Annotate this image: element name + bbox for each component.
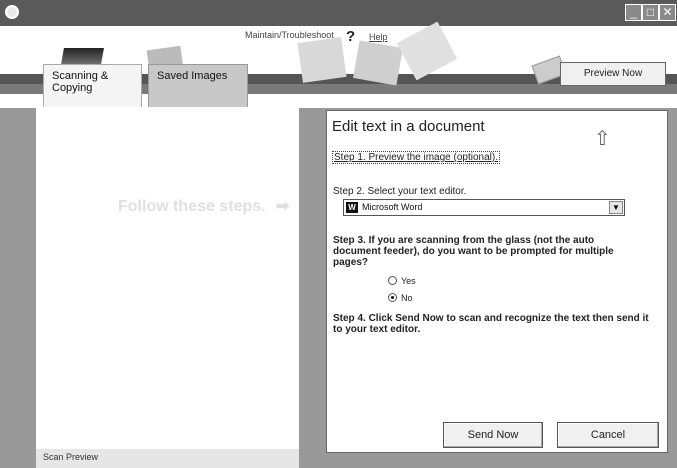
preview-now-button[interactable]: Preview Now <box>560 62 666 86</box>
radio-yes-label: Yes <box>401 276 416 286</box>
maximize-button[interactable]: □ <box>642 4 659 21</box>
arrow-right-icon: ➡ <box>276 198 290 215</box>
word-icon: W <box>346 202 358 213</box>
minimize-button[interactable]: _ <box>625 4 642 21</box>
scan-preview-label: Scan Preview <box>36 449 299 468</box>
radio-button[interactable] <box>388 276 397 285</box>
text-editor-value: Microsoft Word <box>362 202 423 212</box>
tab-scanning-copying[interactable]: Scanning & Copying <box>43 64 142 108</box>
panel-title: Edit text in a document <box>332 118 485 135</box>
dropdown-arrow-icon[interactable]: ▼ <box>609 201 623 214</box>
decorative-photo <box>353 40 403 86</box>
radio-no[interactable]: No <box>388 293 413 303</box>
cancel-button[interactable]: Cancel <box>557 422 659 448</box>
radio-yes[interactable]: Yes <box>388 276 416 286</box>
decorative-photo <box>297 37 347 83</box>
tab-label: Scanning & Copying <box>52 70 109 94</box>
close-icon: ✕ <box>662 5 673 19</box>
maximize-icon: □ <box>646 5 655 19</box>
maintain-troubleshoot-link[interactable]: Maintain/Troubleshoot <box>245 30 334 40</box>
follow-steps-text: Follow these steps. <box>118 198 266 215</box>
radio-button[interactable] <box>388 293 397 302</box>
tab-label: Saved Images <box>157 70 228 82</box>
scan-preview-pane <box>36 107 299 457</box>
step3-label: Step 3. If you are scanning from the gla… <box>333 235 614 268</box>
text-editor-select[interactable]: W Microsoft Word ▼ <box>343 199 625 216</box>
minimize-icon: _ <box>630 5 637 19</box>
title-bar <box>0 0 677 26</box>
send-now-button[interactable]: Send Now <box>443 422 543 448</box>
step1-preview-link[interactable]: Step 1. Preview the image (optional). <box>332 151 500 164</box>
app-logo-icon <box>5 5 19 19</box>
step4-label: Step 4. Click Send Now to scan and recog… <box>333 313 649 335</box>
step2-label: Step 2. Select your text editor. <box>333 186 467 197</box>
close-button[interactable]: ✕ <box>659 4 676 21</box>
radio-no-label: No <box>401 293 413 303</box>
help-icon[interactable]: ? <box>346 28 355 45</box>
help-link[interactable]: Help <box>369 32 388 42</box>
upload-icon: ⇧ <box>594 128 611 150</box>
tab-saved-images[interactable]: Saved Images <box>148 64 248 108</box>
